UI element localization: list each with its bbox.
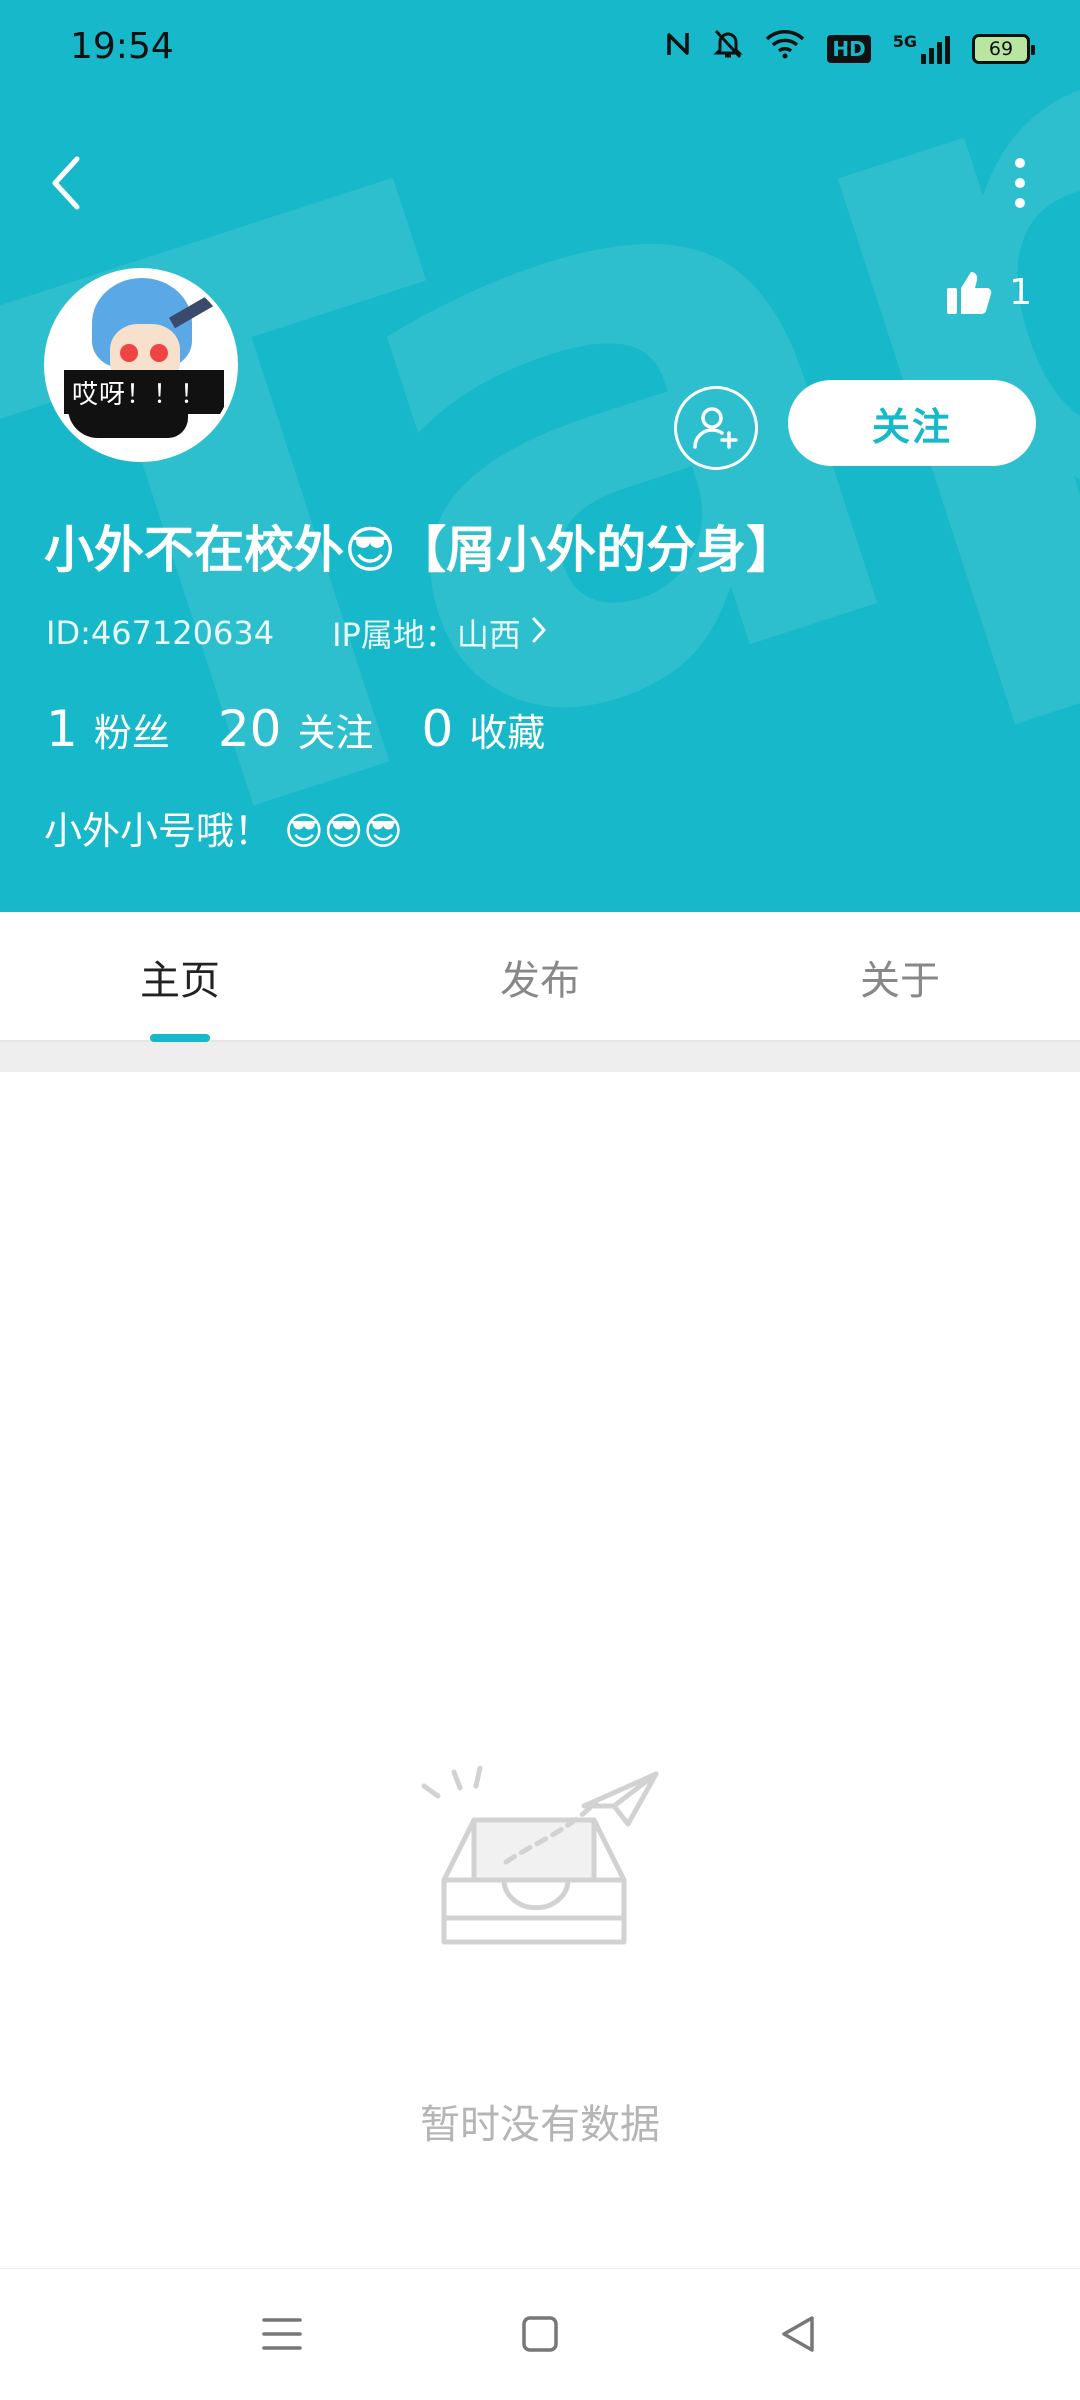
more-dot [1015,178,1025,188]
more-dot [1015,198,1025,208]
stat-label: 关注 [297,711,374,755]
stats-row: 1 粉丝 20 关注 0 收藏 [46,700,593,758]
hd-icon: HD [827,34,871,63]
more-dot [1015,158,1025,168]
home-button[interactable] [500,2299,580,2369]
triangle-back-icon [782,2316,814,2352]
tab-bar: 主页 发布 关于 [0,912,1080,1042]
back-nav-button[interactable] [758,2299,838,2369]
stat-following[interactable]: 20 关注 [218,700,374,758]
add-user-icon [693,407,738,449]
stat-label: 粉丝 [93,711,170,755]
stat-fans[interactable]: 1 粉丝 [46,700,170,758]
user-id: ID:467120634 [46,614,275,652]
ip-location[interactable]: IP属地：山西 [332,610,521,656]
stat-favorites[interactable]: 0 收藏 [421,700,545,758]
nfc-icon [665,29,691,68]
empty-state-message: 暂时没有数据 [420,2102,660,2148]
tab-about[interactable]: 关于 [720,912,1080,1042]
chevron-right-icon [531,613,547,653]
stat-label: 收藏 [469,711,546,755]
thumbs-up-icon [947,272,992,314]
avatar-smear [68,408,188,438]
network-label: 5G [892,31,917,51]
status-time: 19:54 [70,26,174,67]
menu-icon [262,2318,302,2350]
avatar[interactable]: 哎呀！！！ [44,268,238,462]
recent-apps-button[interactable] [242,2299,322,2369]
system-nav-bar [0,2268,1080,2400]
stat-value: 0 [421,700,454,758]
divider-strip [0,1042,1080,1072]
avatar-eye [120,344,138,362]
mute-bell-icon [713,28,744,69]
battery-icon: 69 [972,33,1035,64]
status-bar: 19:54 HD 5G 69 [0,0,1080,100]
username: 小外不在校外😎【屑小外的分身】 [44,521,797,579]
profile-header: Tap 19:54 HD 5G 69 1 哎呀！！！ 关注 小外不在校外😎【屑小… [0,0,1080,912]
back-button[interactable] [38,148,94,218]
active-tab-indicator [150,1034,210,1042]
stat-value: 20 [217,700,282,758]
like-area[interactable]: 1 [945,268,1032,316]
bio: 小外小号哦！ 😎😎😎 [44,809,403,853]
id-line: ID:467120634 IP属地：山西 [46,610,547,656]
add-friend-button[interactable] [674,386,758,470]
square-icon [522,2316,558,2352]
more-options-button[interactable] [1000,148,1040,218]
tab-posts[interactable]: 发布 [360,912,720,1042]
wifi-icon [765,29,805,68]
likes-count: 1 [1009,271,1032,313]
status-icons: HD 5G 69 [665,28,1035,69]
empty-inbox-icon [416,1765,676,1986]
5g-signal-icon: 5G [892,31,950,64]
avatar-eye [150,344,168,362]
stat-value: 1 [46,700,78,758]
tab-home[interactable]: 主页 [0,912,360,1042]
chevron-left-icon [52,156,80,210]
follow-button[interactable]: 关注 [788,380,1036,466]
